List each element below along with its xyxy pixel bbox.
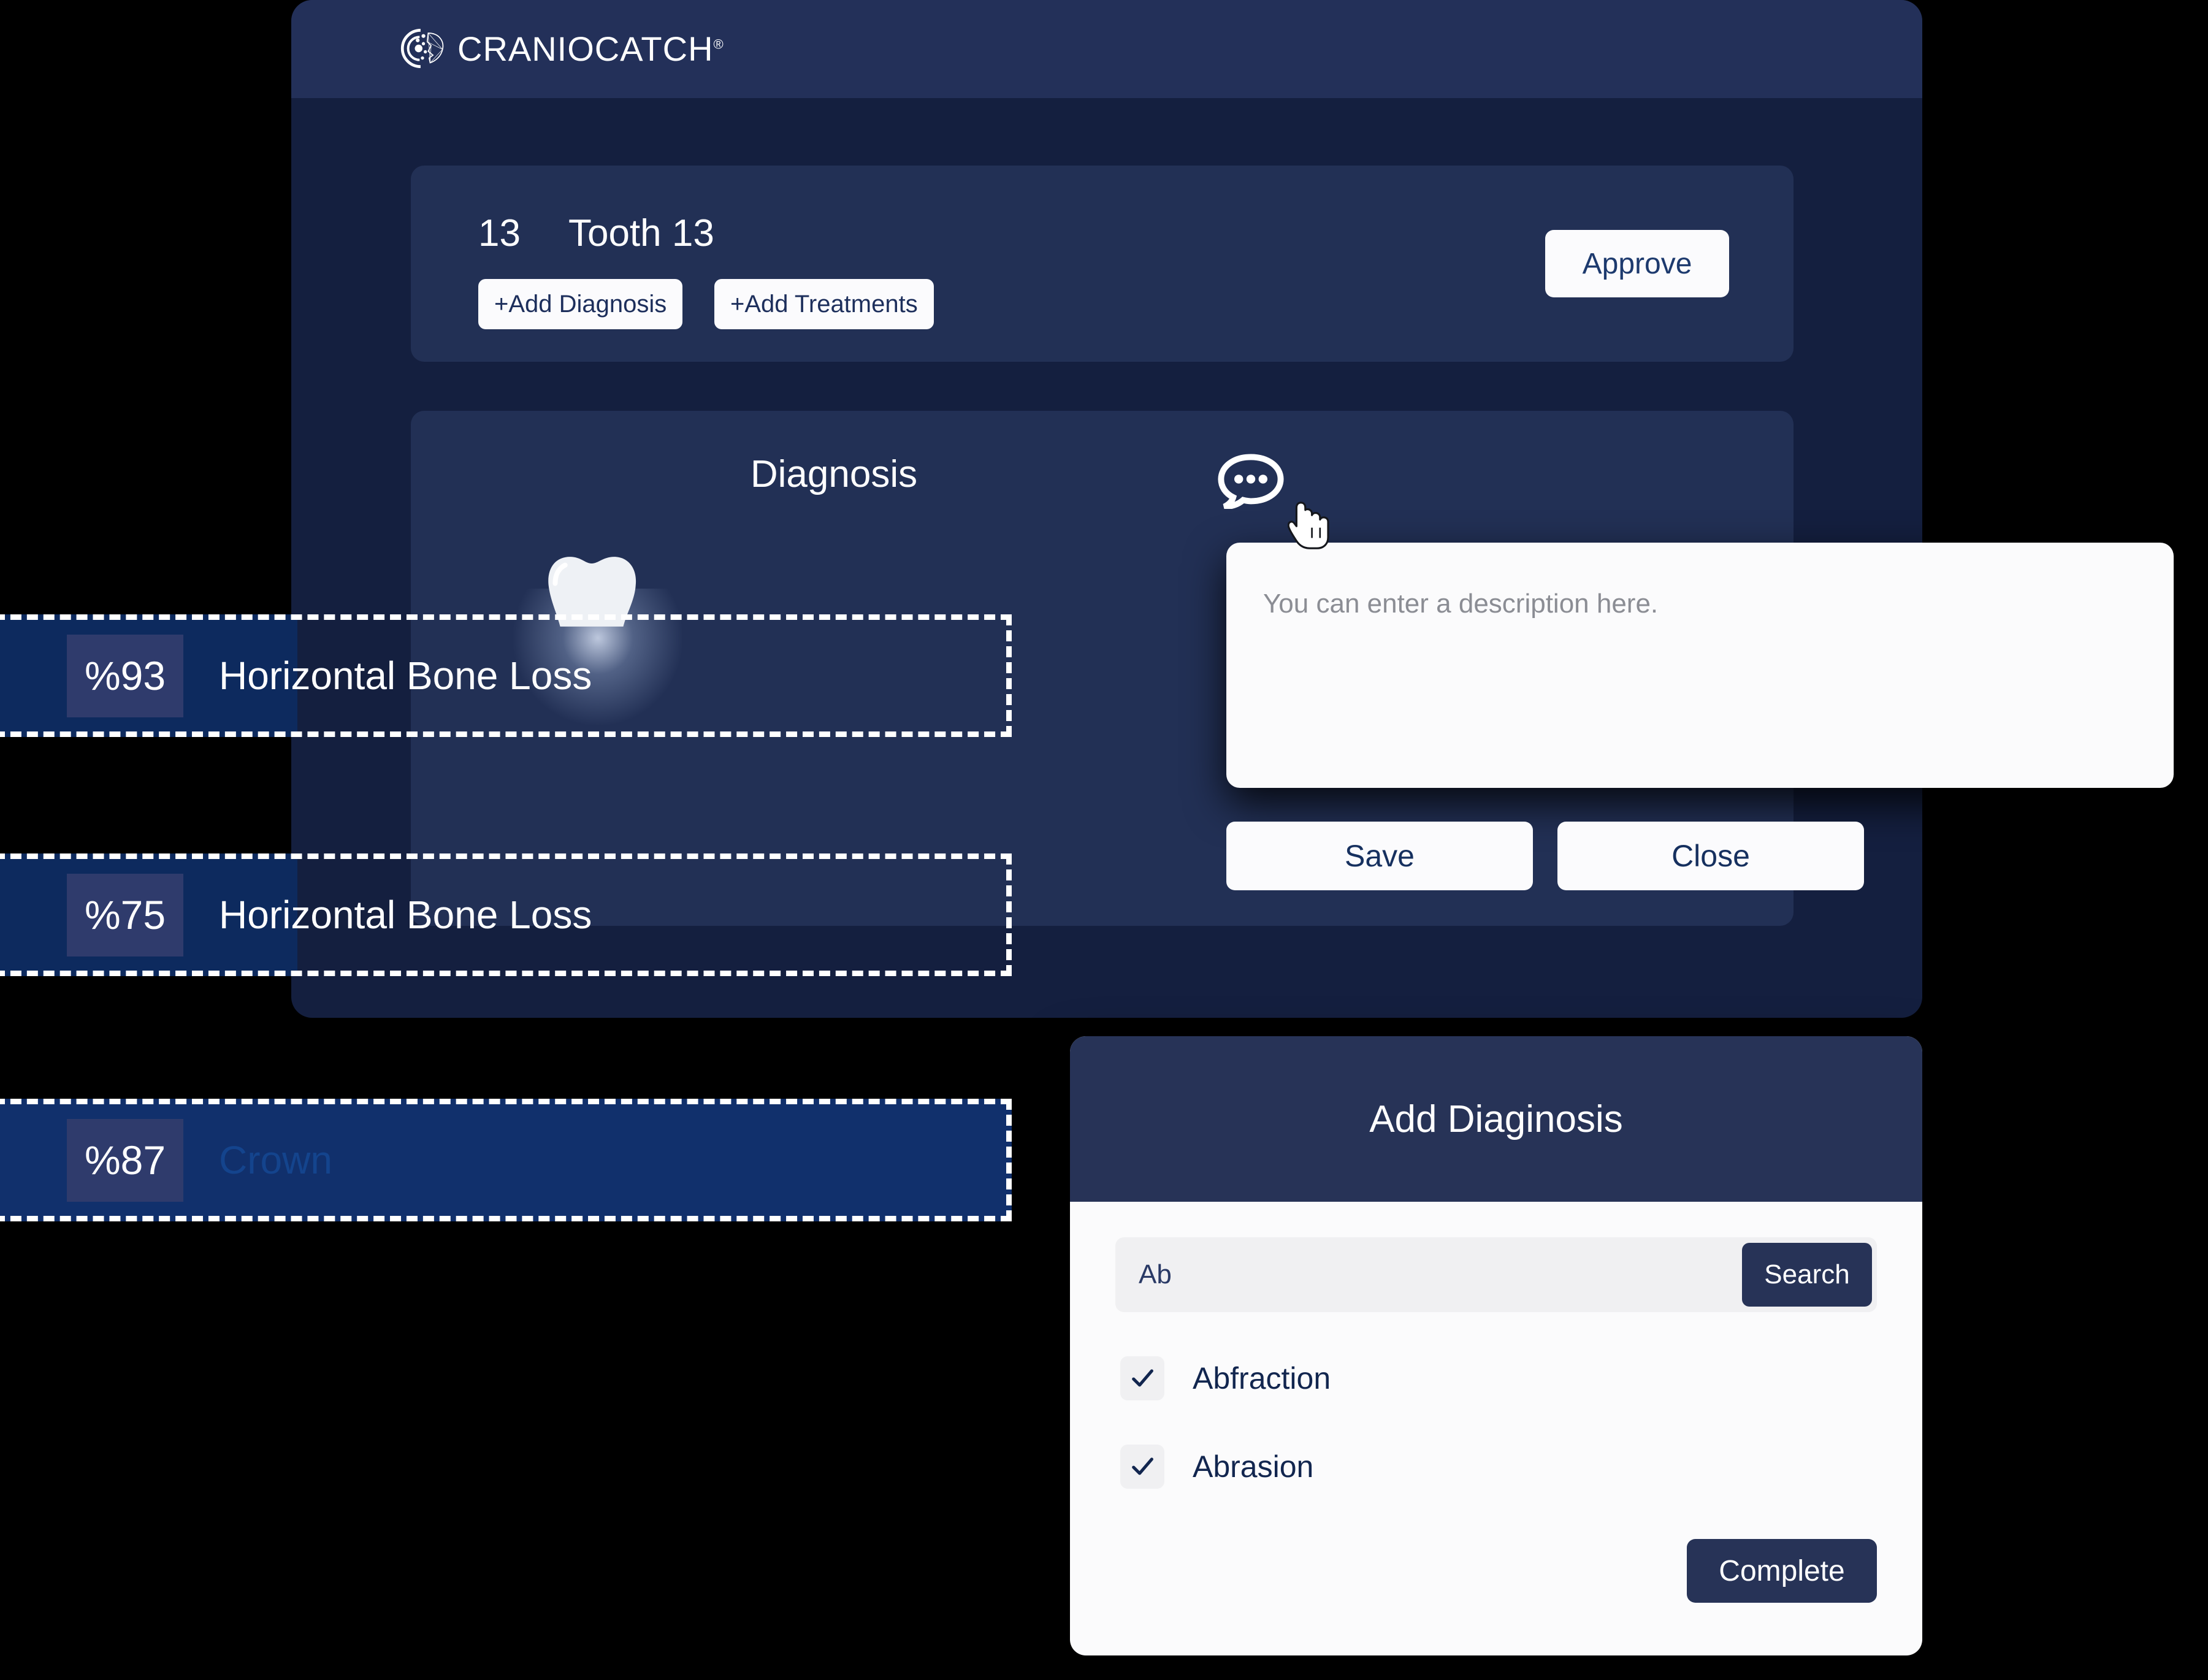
search-button[interactable]: Search [1742,1243,1872,1307]
diagnosis-section-title: Diagnosis [750,453,918,495]
description-popup [1226,543,2174,788]
checkbox-abrasion[interactable] [1120,1445,1164,1489]
brand-name: CRANIOCATCH® [457,29,724,68]
check-icon [1132,1369,1153,1387]
brand-logo: CRANIOCATCH® [399,25,724,72]
tooth-number: 13 [478,212,521,254]
approve-button[interactable]: Approve [1545,230,1729,297]
craniocatch-brain-logo-icon [400,29,444,68]
registered-mark: ® [713,36,724,52]
add-treatments-button[interactable]: +Add Treatments [714,279,934,329]
pointing-hand-cursor-icon [1288,502,1329,549]
add-diagnosis-modal: Add Diaginosis Search Abfraction Abrasio… [1070,1036,1922,1655]
close-button[interactable]: Close [1557,822,1864,890]
modal-header: Add Diaginosis [1070,1036,1922,1202]
tooth-name: Tooth 13 [568,212,714,254]
diagnosis-label: Horizontal Bone Loss [219,893,592,937]
confidence-badge: %75 [67,873,183,956]
confidence-badge: %87 [67,1118,183,1202]
diagnosis-option-row[interactable]: Abfraction [1115,1356,1877,1400]
save-button[interactable]: Save [1226,822,1533,890]
diagnosis-label: Horizontal Bone Loss [219,654,592,698]
comment-bubble-icon[interactable] [1217,454,1285,509]
diagnosis-option-label: Abfraction [1193,1361,1331,1396]
confidence-badge: %93 [67,634,183,717]
tooth-title: 13 Tooth 13 [478,212,714,255]
app-header-bar: CRANIOCATCH® [291,0,1922,98]
diagnosis-result-row[interactable]: %93 Horizontal Bone Loss [0,614,1012,737]
modal-body: Search Abfraction Abrasion Complete [1070,1202,1922,1655]
complete-button[interactable]: Complete [1687,1539,1877,1603]
search-field-wrapper: Search [1115,1237,1877,1312]
diagnosis-option-row[interactable]: Abrasion [1115,1445,1877,1489]
diagnosis-label: Crown [219,1138,332,1182]
diagnosis-result-row[interactable]: %75 Horizontal Bone Loss [0,853,1012,976]
modal-title: Add Diaginosis [1369,1098,1623,1140]
search-input[interactable] [1115,1237,1742,1312]
description-input[interactable] [1226,543,2174,788]
diagnosis-option-label: Abrasion [1193,1449,1314,1484]
check-icon [1132,1457,1153,1475]
tooth-header-card: 13 Tooth 13 +Add Diagnosis +Add Treatmen… [411,166,1794,362]
diagnosis-result-row[interactable]: %87 Crown [0,1099,1012,1221]
checkbox-abfraction[interactable] [1120,1356,1164,1400]
add-diagnosis-button[interactable]: +Add Diagnosis [478,279,683,329]
